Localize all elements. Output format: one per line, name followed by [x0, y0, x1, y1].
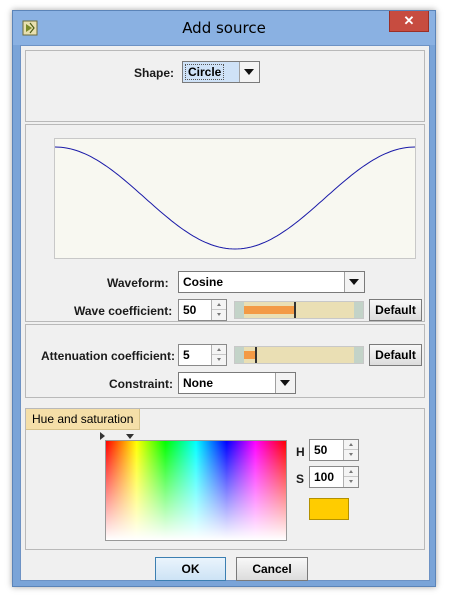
hue-label: H	[296, 445, 305, 459]
spinner-down-icon[interactable]	[212, 310, 226, 320]
saturation-value: 100	[314, 470, 335, 484]
attenuation-default-button[interactable]: Default	[369, 344, 422, 366]
wave-coefficient-label: Wave coefficient:	[74, 304, 173, 318]
waveform-combo[interactable]: Cosine	[178, 271, 365, 293]
add-source-dialog: Add source ✕ Shape: Circle Waveform: Cos…	[12, 10, 436, 587]
hue-saturation-tab: Hue and saturation	[26, 409, 141, 430]
wave-coefficient-slider[interactable]	[234, 301, 364, 319]
shape-panel: Shape: Circle	[25, 50, 425, 122]
spinner-up-icon[interactable]	[212, 345, 226, 355]
slider-thumb[interactable]	[255, 347, 257, 363]
hue-saturation-picker[interactable]	[105, 440, 287, 541]
saturation-label: S	[296, 472, 305, 486]
constraint-label: Constraint:	[109, 377, 173, 391]
ok-button[interactable]: OK	[155, 557, 226, 581]
window-title: Add source	[182, 19, 266, 37]
attenuation-coefficient-slider[interactable]	[234, 346, 364, 364]
dialog-body: Shape: Circle Waveform: Cosine Wave coef…	[20, 45, 430, 581]
spinner-up-icon[interactable]	[344, 467, 358, 477]
chevron-down-icon[interactable]	[239, 62, 259, 82]
title-bar[interactable]: Add source ✕	[13, 11, 435, 45]
waveform-curve-svg	[54, 146, 416, 250]
spinner-down-icon[interactable]	[212, 355, 226, 365]
attenuation-coefficient-label: Attenuation coefficient:	[41, 349, 175, 363]
constraint-combo[interactable]: None	[178, 372, 296, 394]
hue-spinner[interactable]: 50	[309, 439, 359, 461]
cancel-button[interactable]: Cancel	[236, 557, 308, 581]
attenuation-coefficient-value: 5	[183, 348, 190, 362]
close-icon[interactable]: ✕	[389, 11, 429, 32]
color-swatch	[309, 498, 349, 520]
slider-fill	[244, 306, 294, 314]
spinner-down-icon[interactable]	[344, 450, 358, 460]
constraint-combo-value: None	[183, 376, 213, 390]
chevron-down-icon[interactable]	[344, 272, 364, 292]
shape-label: Shape:	[134, 66, 175, 80]
hue-value: 50	[314, 443, 328, 457]
spinner-up-icon[interactable]	[344, 440, 358, 450]
wave-coefficient-spinner[interactable]: 50	[178, 299, 227, 321]
waveform-combo-value: Cosine	[183, 275, 224, 289]
waveform-curve	[54, 146, 416, 250]
spinner-down-icon[interactable]	[344, 477, 358, 487]
chevron-down-icon[interactable]	[275, 373, 295, 393]
wave-default-button[interactable]: Default	[369, 299, 422, 321]
waveform-preview	[54, 138, 416, 259]
waveform-label: Waveform:	[107, 276, 169, 290]
shape-combo-value: Circle	[185, 64, 225, 80]
attenuation-coefficient-spinner[interactable]: 5	[178, 344, 227, 366]
slider-thumb[interactable]	[293, 302, 296, 318]
shape-combo[interactable]: Circle	[182, 61, 260, 83]
saturation-spinner[interactable]: 100	[309, 466, 359, 488]
slider-fill	[244, 351, 255, 359]
spinner-up-icon[interactable]	[212, 300, 226, 310]
wave-coefficient-value: 50	[183, 303, 197, 317]
